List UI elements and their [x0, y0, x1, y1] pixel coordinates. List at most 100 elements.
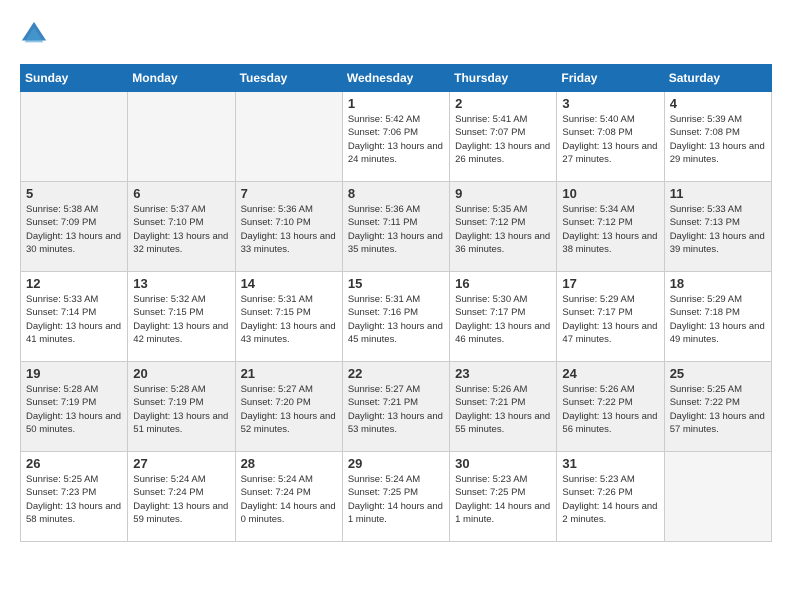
calendar-cell: 21 Sunrise: 5:27 AMSunset: 7:20 PMDayligh…: [235, 362, 342, 452]
calendar-cell: 4Sunrise: 5:39 AMSunset: 7:08 PMDaylight…: [664, 92, 771, 182]
logo-icon: [20, 20, 48, 48]
day-number: 5: [26, 186, 122, 201]
day-header-friday: Friday: [557, 65, 664, 92]
calendar-cell: 28 Sunrise: 5:24 AMSunset: 7:24 PMDayligh…: [235, 452, 342, 542]
day-info: Sunrise: 5:24 AMSunset: 7:24 PMDaylight:…: [241, 473, 337, 526]
calendar-cell: 30Sunrise: 5:23 AMSunset: 7:25 PMDayligh…: [450, 452, 557, 542]
calendar-cell: 25 Sunrise: 5:25 AMSunset: 7:22 PMDayligh…: [664, 362, 771, 452]
calendar-cell: 2 Sunrise: 5:41 AMSunset: 7:07 PMDaylight…: [450, 92, 557, 182]
day-number: 11: [670, 186, 766, 201]
calendar-cell: [664, 452, 771, 542]
day-header-thursday: Thursday: [450, 65, 557, 92]
day-number: 18: [670, 276, 766, 291]
day-number: 9: [455, 186, 551, 201]
day-number: 6: [133, 186, 229, 201]
day-number: 25: [670, 366, 766, 381]
calendar-cell: 13 Sunrise: 5:32 AMSunset: 7:15 PMDayligh…: [128, 272, 235, 362]
day-number: 14: [241, 276, 337, 291]
page-header: [20, 20, 772, 48]
day-info: Sunrise: 5:35 AMSunset: 7:12 PMDaylight:…: [455, 203, 551, 256]
day-info: Sunrise: 5:37 AMSunset: 7:10 PMDaylight:…: [133, 203, 229, 256]
day-header-wednesday: Wednesday: [342, 65, 449, 92]
calendar-cell: [128, 92, 235, 182]
day-info: Sunrise: 5:33 AMSunset: 7:14 PMDaylight:…: [26, 293, 122, 346]
day-number: 31: [562, 456, 658, 471]
calendar-cell: 31 Sunrise: 5:23 AMSunset: 7:26 PMDayligh…: [557, 452, 664, 542]
day-info: Sunrise: 5:40 AMSunset: 7:08 PMDaylight:…: [562, 113, 658, 166]
day-number: 28: [241, 456, 337, 471]
calendar-cell: 24 Sunrise: 5:26 AMSunset: 7:22 PMDayligh…: [557, 362, 664, 452]
calendar-cell: 15Sunrise: 5:31 AMSunset: 7:16 PMDayligh…: [342, 272, 449, 362]
day-number: 1: [348, 96, 444, 111]
day-info: Sunrise: 5:36 AMSunset: 7:10 PMDaylight:…: [241, 203, 337, 256]
day-number: 24: [562, 366, 658, 381]
day-number: 20: [133, 366, 229, 381]
day-info: Sunrise: 5:23 AMSunset: 7:25 PMDaylight:…: [455, 473, 551, 526]
day-number: 27: [133, 456, 229, 471]
calendar-cell: 5 Sunrise: 5:38 AMSunset: 7:09 PMDaylight…: [21, 182, 128, 272]
day-info: Sunrise: 5:24 AMSunset: 7:24 PMDaylight:…: [133, 473, 229, 526]
day-header-tuesday: Tuesday: [235, 65, 342, 92]
calendar-body: 1 Sunrise: 5:42 AMSunset: 7:06 PMDaylight…: [21, 92, 772, 542]
calendar-week-1: 1 Sunrise: 5:42 AMSunset: 7:06 PMDaylight…: [21, 92, 772, 182]
day-info: Sunrise: 5:30 AMSunset: 7:17 PMDaylight:…: [455, 293, 551, 346]
day-info: Sunrise: 5:31 AMSunset: 7:15 PMDaylight:…: [241, 293, 337, 346]
day-info: Sunrise: 5:33 AMSunset: 7:13 PMDaylight:…: [670, 203, 766, 256]
day-info: Sunrise: 5:26 AMSunset: 7:21 PMDaylight:…: [455, 383, 551, 436]
calendar-cell: 1 Sunrise: 5:42 AMSunset: 7:06 PMDaylight…: [342, 92, 449, 182]
day-number: 22: [348, 366, 444, 381]
calendar-cell: 11 Sunrise: 5:33 AMSunset: 7:13 PMDayligh…: [664, 182, 771, 272]
day-info: Sunrise: 5:42 AMSunset: 7:06 PMDaylight:…: [348, 113, 444, 166]
day-number: 8: [348, 186, 444, 201]
calendar-cell: [235, 92, 342, 182]
header-row: SundayMondayTuesdayWednesdayThursdayFrid…: [21, 65, 772, 92]
calendar-week-5: 26 Sunrise: 5:25 AMSunset: 7:23 PMDayligh…: [21, 452, 772, 542]
calendar-cell: 26 Sunrise: 5:25 AMSunset: 7:23 PMDayligh…: [21, 452, 128, 542]
day-info: Sunrise: 5:34 AMSunset: 7:12 PMDaylight:…: [562, 203, 658, 256]
calendar-cell: 16 Sunrise: 5:30 AMSunset: 7:17 PMDayligh…: [450, 272, 557, 362]
day-header-monday: Monday: [128, 65, 235, 92]
day-number: 23: [455, 366, 551, 381]
day-info: Sunrise: 5:23 AMSunset: 7:26 PMDaylight:…: [562, 473, 658, 526]
day-info: Sunrise: 5:25 AMSunset: 7:23 PMDaylight:…: [26, 473, 122, 526]
day-number: 4: [670, 96, 766, 111]
day-number: 21: [241, 366, 337, 381]
calendar-cell: 10 Sunrise: 5:34 AMSunset: 7:12 PMDayligh…: [557, 182, 664, 272]
day-number: 12: [26, 276, 122, 291]
calendar-cell: 18 Sunrise: 5:29 AMSunset: 7:18 PMDayligh…: [664, 272, 771, 362]
calendar-cell: 12 Sunrise: 5:33 AMSunset: 7:14 PMDayligh…: [21, 272, 128, 362]
day-info: Sunrise: 5:24 AMSunset: 7:25 PMDaylight:…: [348, 473, 444, 526]
day-number: 2: [455, 96, 551, 111]
day-number: 17: [562, 276, 658, 291]
calendar-cell: 20Sunrise: 5:28 AMSunset: 7:19 PMDayligh…: [128, 362, 235, 452]
day-info: Sunrise: 5:29 AMSunset: 7:18 PMDaylight:…: [670, 293, 766, 346]
logo: [20, 20, 52, 48]
calendar-cell: 14 Sunrise: 5:31 AMSunset: 7:15 PMDayligh…: [235, 272, 342, 362]
calendar-header: SundayMondayTuesdayWednesdayThursdayFrid…: [21, 65, 772, 92]
day-info: Sunrise: 5:26 AMSunset: 7:22 PMDaylight:…: [562, 383, 658, 436]
day-header-saturday: Saturday: [664, 65, 771, 92]
day-number: 13: [133, 276, 229, 291]
day-number: 26: [26, 456, 122, 471]
day-header-sunday: Sunday: [21, 65, 128, 92]
day-number: 10: [562, 186, 658, 201]
day-info: Sunrise: 5:38 AMSunset: 7:09 PMDaylight:…: [26, 203, 122, 256]
day-info: Sunrise: 5:31 AMSunset: 7:16 PMDaylight:…: [348, 293, 444, 346]
day-number: 3: [562, 96, 658, 111]
calendar-cell: 27 Sunrise: 5:24 AMSunset: 7:24 PMDayligh…: [128, 452, 235, 542]
day-info: Sunrise: 5:28 AMSunset: 7:19 PMDaylight:…: [26, 383, 122, 436]
day-info: Sunrise: 5:27 AMSunset: 7:20 PMDaylight:…: [241, 383, 337, 436]
day-info: Sunrise: 5:29 AMSunset: 7:17 PMDaylight:…: [562, 293, 658, 346]
day-info: Sunrise: 5:25 AMSunset: 7:22 PMDaylight:…: [670, 383, 766, 436]
calendar-cell: 6 Sunrise: 5:37 AMSunset: 7:10 PMDaylight…: [128, 182, 235, 272]
calendar-cell: 29Sunrise: 5:24 AMSunset: 7:25 PMDayligh…: [342, 452, 449, 542]
calendar-cell: 22Sunrise: 5:27 AMSunset: 7:21 PMDayligh…: [342, 362, 449, 452]
calendar-week-2: 5 Sunrise: 5:38 AMSunset: 7:09 PMDaylight…: [21, 182, 772, 272]
day-number: 16: [455, 276, 551, 291]
day-info: Sunrise: 5:36 AMSunset: 7:11 PMDaylight:…: [348, 203, 444, 256]
calendar-cell: 9 Sunrise: 5:35 AMSunset: 7:12 PMDaylight…: [450, 182, 557, 272]
day-info: Sunrise: 5:41 AMSunset: 7:07 PMDaylight:…: [455, 113, 551, 166]
day-info: Sunrise: 5:32 AMSunset: 7:15 PMDaylight:…: [133, 293, 229, 346]
calendar-cell: [21, 92, 128, 182]
day-number: 19: [26, 366, 122, 381]
